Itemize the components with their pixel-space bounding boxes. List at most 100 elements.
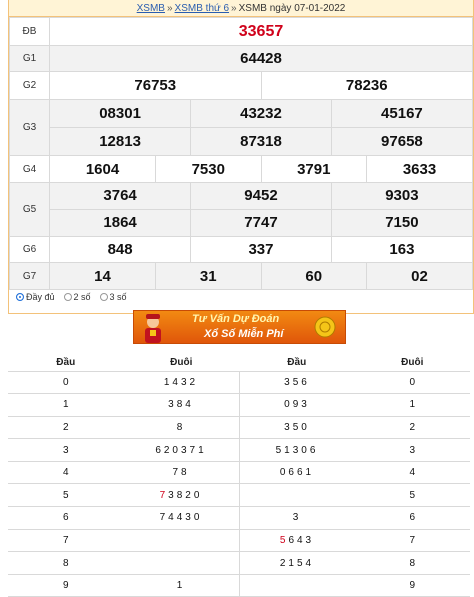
prize-label-g1: G1 <box>9 45 50 72</box>
row-dau-values: 2154 <box>239 551 355 575</box>
row-duoi-values: 620371 <box>123 438 240 462</box>
row-dau-values: 093 <box>239 393 355 417</box>
row-duoi-values: 78 <box>123 461 240 485</box>
prize-g1-number: 64428 <box>49 45 473 72</box>
prize-g7-number: 60 <box>261 263 367 289</box>
row-key: 4 <box>8 461 124 485</box>
prize-g2-cell: 76753 78236 <box>49 71 473 100</box>
radio-selected-icon[interactable] <box>16 293 24 301</box>
table-row: 2 8 350 2 <box>8 416 470 440</box>
promo-banner[interactable]: Tư Vấn Dự Đoán Xổ Số Miễn Phí <box>133 310 346 344</box>
row-duoi-values: 8 <box>123 416 240 440</box>
loto-table: Đầu Đuôi Đầu Đuôi 0 1432 356 0 1 384 093… <box>8 354 470 597</box>
row-duoi-values: 384 <box>123 393 240 417</box>
prize-g4-number: 1604 <box>50 156 156 182</box>
prize-g3-number: 43232 <box>190 100 332 127</box>
prize-label-g3: G3 <box>9 99 50 156</box>
row-dau-values: 51306 <box>239 438 355 462</box>
prize-g5-number: 7747 <box>190 209 332 236</box>
prize-g6-number: 163 <box>389 241 415 258</box>
row-dau-values <box>239 483 355 508</box>
radio-icon[interactable] <box>99 293 108 301</box>
prize-g5-cell: 3764 9452 9303 1864 7747 7150 <box>49 182 473 237</box>
row-dau-values: 3 <box>239 506 355 530</box>
prize-label-g2: G2 <box>9 71 50 100</box>
banner-line-2: Xổ Số Miễn Phí <box>204 328 284 340</box>
row-key-2: 0 <box>354 371 470 395</box>
table-row: 6 74430 3 6 <box>8 506 470 530</box>
row-key: 7 <box>8 529 124 553</box>
prize-g5-number: 3764 <box>50 183 192 209</box>
row-duoi-values: 74430 <box>123 506 240 530</box>
row-key-2: 8 <box>354 551 470 575</box>
row-duoi-values <box>123 529 240 553</box>
radio-icon[interactable] <box>63 293 72 301</box>
god-of-wealth-icon <box>145 314 161 343</box>
display-options: Đầy đủ 2 số 3 số <box>16 292 127 302</box>
prize-g6-cell: 848 337 163 <box>49 236 473 263</box>
row-key-2: 7 <box>354 529 470 553</box>
row-key: 8 <box>8 551 124 575</box>
col-header-dau-2: Đầu <box>239 354 355 372</box>
col-header-duoi: Đuôi <box>123 354 239 372</box>
row-key-2: 6 <box>354 506 470 530</box>
breadcrumb-link-xsmb-thu6[interactable]: XSMB thứ 6 <box>175 3 230 14</box>
page-title: XSMB ngày 07-01-2022 <box>238 3 346 14</box>
prize-label-g5: G5 <box>9 182 50 237</box>
col-header-duoi-2: Đuôi <box>354 354 470 372</box>
option-3-digits[interactable]: 3 số <box>99 292 127 302</box>
row-duoi-values: 1 <box>123 574 240 597</box>
row-key-2: 1 <box>354 393 470 417</box>
table-row: 9 1 9 <box>8 574 470 597</box>
table-row: 3 620371 51306 3 <box>8 438 470 462</box>
prize-g2-number: 78236 <box>345 77 388 94</box>
row-duoi-values <box>123 551 240 575</box>
row-key-2: 3 <box>354 438 470 462</box>
row-dau-values: 350 <box>239 416 355 440</box>
row-duoi-rest: 3820 <box>168 489 203 501</box>
banner-line-1: Tư Vấn Dự Đoán <box>192 313 280 325</box>
prize-label-g4: G4 <box>9 155 50 183</box>
row-dau-values: 356 <box>239 371 355 395</box>
row-key: 5 <box>8 483 124 508</box>
table-row: 5 73820 5 <box>8 483 470 508</box>
prize-g5-number: 9303 <box>331 183 472 209</box>
option-full-label: Đầy đủ <box>26 292 55 302</box>
result-panel: XSMB» XSMB thứ 6» XSMB ngày 07-01-2022 ĐB … <box>8 0 474 314</box>
prize-g3-number: 12813 <box>50 127 192 155</box>
row-key: 6 <box>8 506 124 530</box>
row-dau-rest: 643 <box>288 534 315 546</box>
prize-g2-number: 76753 <box>50 72 262 99</box>
col-header-dau: Đầu <box>8 354 124 372</box>
option-2-digits-label: 2 số <box>73 292 91 302</box>
table-row: 7 5643 7 <box>8 529 470 553</box>
breadcrumb: XSMB» XSMB thứ 6» XSMB ngày 07-01-2022 <box>9 0 473 17</box>
row-key-2: 2 <box>354 416 470 440</box>
table-row: 0 1432 356 0 <box>8 371 470 395</box>
results-table: ĐB 33657 G1 64428 G2 76753 78236 G3 0830… <box>9 17 473 290</box>
prize-db-number: 33657 <box>49 17 473 46</box>
prize-g4-number: 3633 <box>402 160 437 178</box>
prize-g7-number: 02 <box>366 263 472 289</box>
row-key-2: 9 <box>354 574 470 597</box>
prize-g4-number: 7530 <box>155 156 262 182</box>
prize-g3-number: 87318 <box>190 127 332 155</box>
row-key: 1 <box>8 393 124 417</box>
row-key: 9 <box>8 574 124 597</box>
table-row: 4 78 0661 4 <box>8 461 470 485</box>
row-key-2: 4 <box>354 461 470 485</box>
row-key: 0 <box>8 371 124 395</box>
prize-g6-number: 337 <box>190 237 332 262</box>
row-key: 2 <box>8 416 124 440</box>
option-full[interactable]: Đầy đủ <box>16 292 55 302</box>
row-key-2: 5 <box>354 483 470 508</box>
prize-g6-number: 848 <box>50 237 192 262</box>
prize-g4-number: 3791 <box>261 156 367 182</box>
prize-g7-number: 31 <box>155 263 262 289</box>
row-duoi-values: 1432 <box>123 371 240 395</box>
row-dau-values: 0661 <box>239 461 355 485</box>
prize-g3-number: 08301 <box>50 100 192 127</box>
option-2-digits[interactable]: 2 số <box>63 292 91 302</box>
breadcrumb-link-xsmb[interactable]: XSMB <box>137 3 165 14</box>
prize-label-g7: G7 <box>9 262 50 290</box>
